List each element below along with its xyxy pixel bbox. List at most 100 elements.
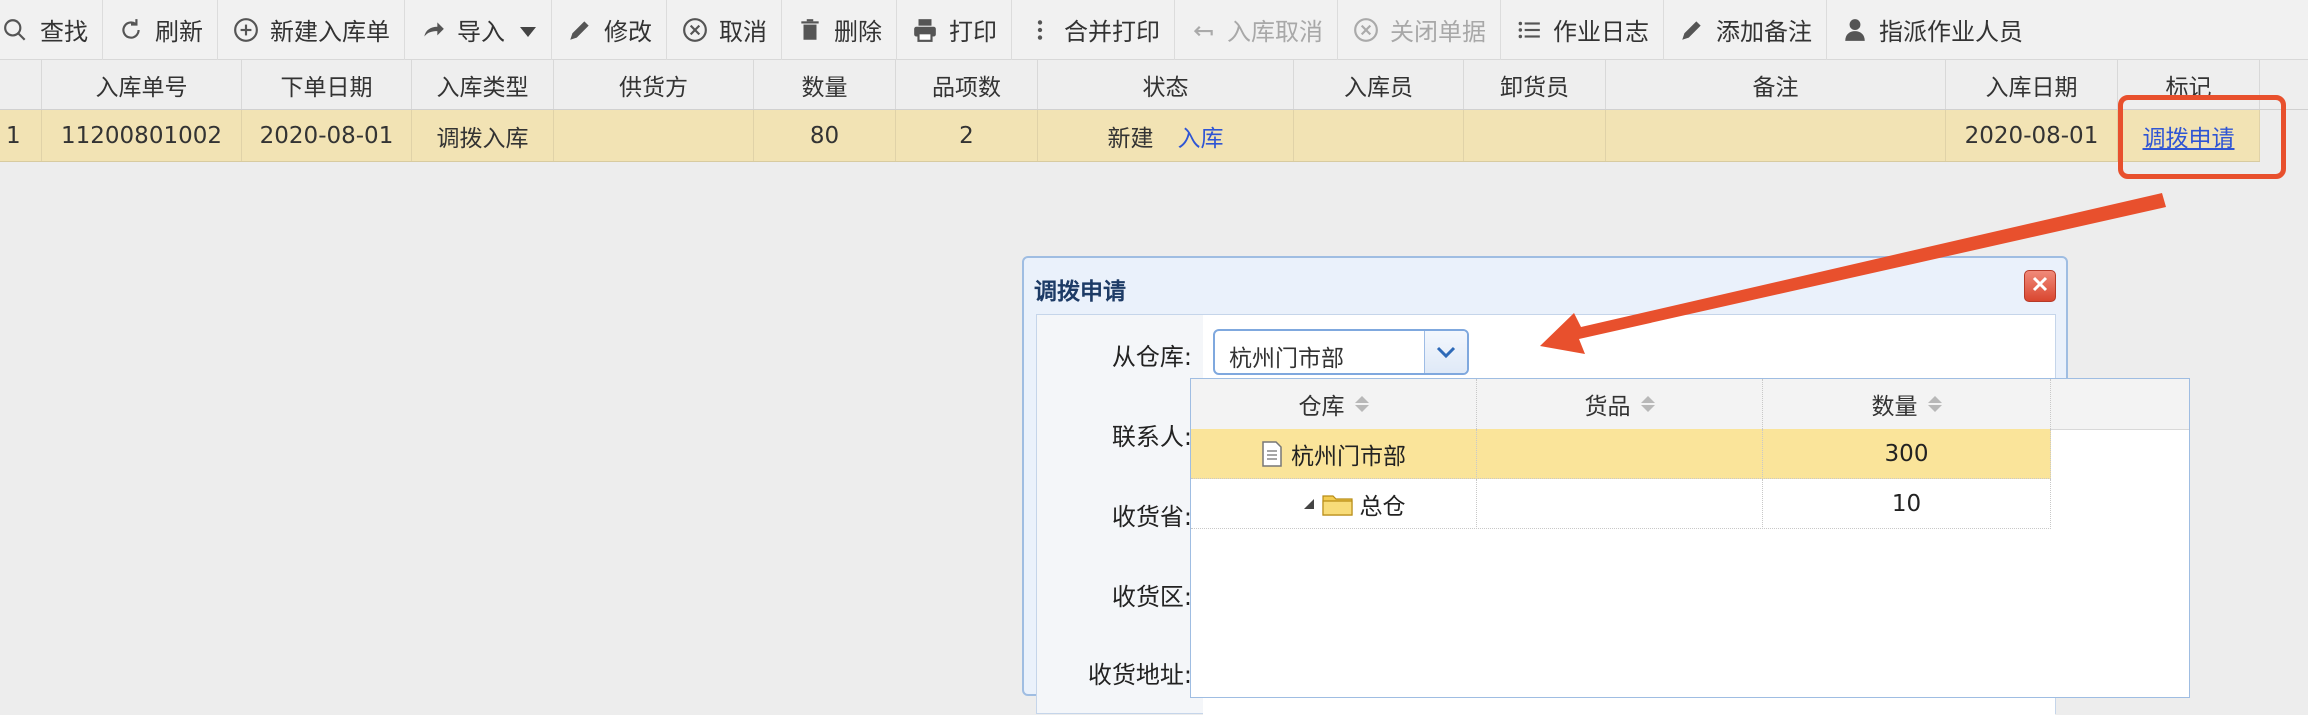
cell-quantity: 80 bbox=[754, 110, 896, 161]
close-order-label: 关闭单据 bbox=[1390, 18, 1486, 46]
dd-header-goods-label: 货品 bbox=[1584, 394, 1631, 420]
sort-icon bbox=[1927, 396, 1942, 412]
header-quantity[interactable]: 数量 bbox=[754, 60, 896, 109]
from-warehouse-label: 从仓库: bbox=[1111, 343, 1192, 371]
dd-cell-warehouse: 总仓 bbox=[1191, 479, 1477, 529]
cell-remark bbox=[1606, 110, 1946, 161]
dd-cell-warehouse: 杭州门市部 bbox=[1191, 429, 1477, 479]
vertical-dots-icon bbox=[1026, 16, 1054, 44]
contact-label: 联系人: bbox=[1111, 423, 1192, 451]
work-log-label: 作业日志 bbox=[1553, 18, 1649, 46]
district-label: 收货区: bbox=[1111, 583, 1192, 611]
import-button[interactable]: 导入 bbox=[405, 0, 552, 60]
highlight-box bbox=[2118, 95, 2286, 179]
header-type[interactable]: 入库类型 bbox=[412, 60, 554, 109]
cell-supplier bbox=[554, 110, 754, 161]
share-arrow-icon bbox=[419, 16, 447, 44]
dd-cell-goods bbox=[1477, 429, 1763, 479]
trash-icon bbox=[796, 16, 824, 44]
merge-print-button[interactable]: 合并打印 bbox=[1012, 0, 1175, 60]
import-label: 导入 bbox=[457, 18, 505, 46]
warehouse-dropdown: 仓库 货品 数量 杭州门市部 300 总仓 10 bbox=[1190, 378, 2190, 698]
user-icon bbox=[1841, 16, 1869, 44]
dd-header-warehouse-label: 仓库 bbox=[1298, 394, 1345, 420]
from-warehouse-select[interactable]: 杭州门市部 bbox=[1213, 329, 1469, 375]
new-inbound-label: 新建入库单 bbox=[270, 18, 390, 46]
table-row[interactable]: 1 11200801002 2020-08-01 调拨入库 80 2 新建 入库… bbox=[0, 110, 2260, 162]
toolbar: 查找 刷新 新建入库单 导入 修改 取消 删除 打印 合并打印 入库取消 关闭单… bbox=[0, 0, 2308, 60]
dialog-title: 调拨申请 bbox=[1034, 279, 1126, 305]
document-icon bbox=[1261, 441, 1283, 467]
header-status[interactable]: 状态 bbox=[1038, 60, 1294, 109]
search-label: 查找 bbox=[40, 18, 88, 46]
from-warehouse-value: 杭州门市部 bbox=[1229, 346, 1344, 372]
pencil-icon bbox=[566, 16, 594, 44]
edit-button[interactable]: 修改 bbox=[552, 0, 667, 60]
dd-cell-goods bbox=[1477, 479, 1763, 529]
delete-label: 删除 bbox=[834, 18, 882, 46]
add-remark-button[interactable]: 添加备注 bbox=[1664, 0, 1827, 60]
add-remark-label: 添加备注 bbox=[1716, 18, 1812, 46]
cell-type: 调拨入库 bbox=[412, 110, 554, 161]
header-unloader[interactable]: 卸货员 bbox=[1464, 60, 1606, 109]
cancel-label: 取消 bbox=[719, 18, 767, 46]
row-index: 1 bbox=[0, 110, 42, 161]
close-button[interactable] bbox=[2024, 270, 2056, 302]
inbound-cancel-button[interactable]: 入库取消 bbox=[1175, 0, 1338, 60]
assign-worker-label: 指派作业人员 bbox=[1879, 18, 2023, 46]
cancel-button[interactable]: 取消 bbox=[667, 0, 782, 60]
dd-cell-qty: 10 bbox=[1763, 479, 2051, 529]
search-button[interactable]: 查找 bbox=[0, 0, 103, 60]
header-receiver[interactable]: 入库员 bbox=[1294, 60, 1464, 109]
new-inbound-button[interactable]: 新建入库单 bbox=[218, 0, 405, 60]
delete-button[interactable]: 删除 bbox=[782, 0, 897, 60]
merge-print-label: 合并打印 bbox=[1064, 18, 1160, 46]
refresh-button[interactable]: 刷新 bbox=[103, 0, 218, 60]
chevron-down-icon[interactable] bbox=[1424, 331, 1467, 373]
close-icon bbox=[2031, 275, 2049, 297]
caret-down-icon[interactable] bbox=[519, 16, 537, 44]
pencil-icon bbox=[1678, 16, 1706, 44]
dd-header-goods[interactable]: 货品 bbox=[1477, 379, 1763, 429]
status-text: 新建 bbox=[1107, 125, 1154, 152]
printer-icon bbox=[911, 16, 939, 44]
dropdown-row[interactable]: 总仓 10 bbox=[1191, 479, 2051, 529]
expand-triangle-icon[interactable] bbox=[1302, 497, 1316, 511]
header-index bbox=[0, 60, 42, 109]
refresh-icon bbox=[117, 16, 145, 44]
folder-icon bbox=[1321, 492, 1354, 516]
assign-worker-button[interactable]: 指派作业人员 bbox=[1827, 0, 2037, 60]
header-order-no[interactable]: 入库单号 bbox=[42, 60, 242, 109]
edit-label: 修改 bbox=[604, 18, 652, 46]
cell-in-date: 2020-08-01 bbox=[1946, 110, 2118, 161]
dd-cell-qty: 300 bbox=[1763, 429, 2051, 479]
sort-icon bbox=[1640, 396, 1655, 412]
header-supplier[interactable]: 供货方 bbox=[554, 60, 754, 109]
province-label: 收货省: bbox=[1111, 503, 1192, 531]
dropdown-row[interactable]: 杭州门市部 300 bbox=[1191, 429, 2051, 479]
close-order-button[interactable]: 关闭单据 bbox=[1338, 0, 1501, 60]
dd-warehouse-name: 总仓 bbox=[1359, 494, 1406, 520]
dd-header-warehouse[interactable]: 仓库 bbox=[1191, 379, 1477, 429]
list-icon bbox=[1515, 16, 1543, 44]
work-log-button[interactable]: 作业日志 bbox=[1501, 0, 1664, 60]
sort-icon bbox=[1354, 396, 1369, 412]
refresh-label: 刷新 bbox=[155, 18, 203, 46]
header-remark[interactable]: 备注 bbox=[1606, 60, 1946, 109]
cell-unloader bbox=[1464, 110, 1606, 161]
print-button[interactable]: 打印 bbox=[897, 0, 1012, 60]
inbound-link[interactable]: 入库 bbox=[1178, 119, 1224, 153]
cell-item-count: 2 bbox=[896, 110, 1038, 161]
dropdown-header: 仓库 货品 数量 bbox=[1191, 379, 2189, 430]
header-order-date[interactable]: 下单日期 bbox=[242, 60, 412, 109]
cell-order-no: 11200801002 bbox=[42, 110, 242, 161]
dd-warehouse-name: 杭州门市部 bbox=[1291, 444, 1406, 470]
cell-status: 新建 入库 bbox=[1038, 110, 1294, 161]
cell-order-date: 2020-08-01 bbox=[242, 110, 412, 161]
x-circle-icon bbox=[681, 16, 709, 44]
header-in-date[interactable]: 入库日期 bbox=[1946, 60, 2118, 109]
header-item-count[interactable]: 品项数 bbox=[896, 60, 1038, 109]
dd-header-qty[interactable]: 数量 bbox=[1763, 379, 2051, 429]
grid-header: 入库单号 下单日期 入库类型 供货方 数量 品项数 状态 入库员 卸货员 备注 … bbox=[0, 60, 2308, 110]
search-icon bbox=[2, 16, 30, 44]
